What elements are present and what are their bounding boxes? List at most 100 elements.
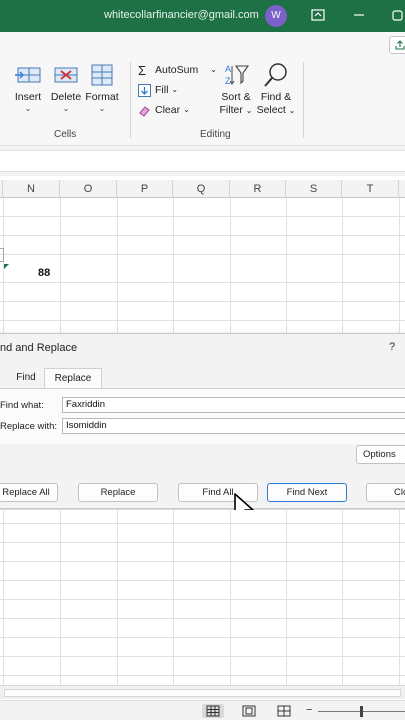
grid-line bbox=[230, 510, 231, 685]
grid-line bbox=[0, 561, 405, 562]
grid-line bbox=[0, 675, 405, 676]
normal-view-icon bbox=[206, 705, 220, 717]
replace-panel: Find what: Faxriddin Replace with: Isomi… bbox=[0, 388, 405, 444]
sort-filter-button[interactable]: A Z Sort & Filter ⌄ bbox=[217, 62, 255, 117]
page-break-view-button[interactable] bbox=[273, 704, 295, 718]
normal-view-button[interactable] bbox=[202, 704, 224, 718]
autosum-label: AutoSum bbox=[155, 64, 199, 76]
sheet-grid-lower[interactable] bbox=[0, 510, 405, 685]
delete-label: Delete bbox=[50, 91, 82, 103]
zoom-out-icon[interactable]: − bbox=[306, 704, 312, 716]
column-header-t[interactable]: T bbox=[342, 180, 399, 198]
grid-line bbox=[0, 580, 405, 581]
chevron-down-icon: ⌄ bbox=[210, 65, 217, 74]
grid-line bbox=[0, 656, 405, 657]
autosum-button[interactable]: Σ AutoSum ⌄ bbox=[138, 62, 217, 78]
chevron-down-icon: ⌄ bbox=[183, 105, 190, 114]
grid-line bbox=[0, 599, 405, 600]
grid-line bbox=[117, 198, 118, 335]
dialog-title: nd and Replace bbox=[0, 342, 78, 354]
column-headers: N O P Q R S T bbox=[0, 180, 405, 198]
grid-line bbox=[0, 282, 405, 283]
formula-bar[interactable] bbox=[0, 150, 405, 172]
grid-line bbox=[342, 198, 343, 335]
grid-line bbox=[117, 510, 118, 685]
page-layout-view-button[interactable] bbox=[238, 704, 260, 718]
chevron-down-icon: ⌄ bbox=[171, 85, 179, 94]
column-header-r[interactable]: R bbox=[230, 180, 286, 198]
scrollbar-track[interactable] bbox=[4, 689, 401, 697]
grid-line bbox=[0, 618, 405, 619]
chevron-down-icon: ⌄ bbox=[98, 104, 106, 113]
zoom-slider-thumb[interactable] bbox=[360, 706, 363, 717]
replace-all-button[interactable]: Replace All bbox=[0, 483, 58, 502]
sort-filter-icon: A Z bbox=[222, 62, 250, 88]
error-indicator-icon[interactable] bbox=[4, 264, 9, 269]
horizontal-scrollbar[interactable] bbox=[0, 685, 405, 699]
sort-filter-label-1: Sort & bbox=[221, 91, 251, 103]
minimize-icon[interactable] bbox=[352, 8, 366, 22]
restore-icon[interactable] bbox=[391, 8, 405, 22]
grid-line bbox=[60, 198, 61, 335]
delete-button[interactable]: Delete ⌄ bbox=[47, 62, 85, 114]
editing-group-label: Editing bbox=[200, 129, 231, 140]
user-avatar[interactable]: W bbox=[265, 5, 287, 27]
grid-line bbox=[399, 510, 400, 685]
find-what-label: Find what: bbox=[0, 400, 44, 411]
tab-replace[interactable]: Replace bbox=[44, 368, 102, 388]
format-button[interactable]: Format ⌄ bbox=[84, 62, 120, 114]
sheet-grid[interactable]: 88 bbox=[0, 198, 405, 335]
grid-line bbox=[0, 542, 405, 543]
selected-cell-edge bbox=[0, 248, 4, 262]
grid-line bbox=[399, 198, 400, 335]
status-bar: − bbox=[0, 700, 405, 720]
grid-line bbox=[0, 216, 405, 217]
tab-find[interactable]: Find bbox=[8, 368, 44, 388]
grid-line bbox=[60, 510, 61, 685]
clear-button[interactable]: Clear ⌄ bbox=[138, 102, 190, 118]
replace-button[interactable]: Replace bbox=[78, 483, 158, 502]
share-button[interactable] bbox=[389, 36, 405, 54]
grid-line bbox=[0, 637, 405, 638]
close-button[interactable]: Close bbox=[366, 483, 405, 502]
column-header-s[interactable]: S bbox=[286, 180, 342, 198]
find-what-input[interactable]: Faxriddin bbox=[62, 397, 405, 413]
find-replace-dialog: nd and Replace ? Find Replace Find what:… bbox=[0, 333, 405, 509]
replace-with-label: Replace with: bbox=[0, 421, 58, 432]
title-bar: whitecollarfinancier@gmail.com W bbox=[0, 0, 405, 32]
grid-line bbox=[286, 510, 287, 685]
grid-line bbox=[0, 235, 405, 236]
ribbon: Insert ⌄ Delete ⌄ Format ⌄ Cells Σ AutoS… bbox=[0, 32, 405, 146]
grid-line bbox=[342, 510, 343, 685]
chevron-down-icon: ⌄ bbox=[24, 104, 32, 113]
grid-line bbox=[0, 301, 405, 302]
account-email[interactable]: whitecollarfinancier@gmail.com bbox=[104, 9, 259, 21]
share-icon bbox=[395, 40, 405, 50]
help-button[interactable]: ? bbox=[389, 341, 395, 353]
cell-n-value[interactable]: 88 bbox=[38, 267, 50, 279]
column-header-n[interactable]: N bbox=[3, 180, 60, 198]
format-label: Format bbox=[85, 91, 119, 103]
fill-down-icon bbox=[138, 83, 151, 97]
find-select-button[interactable]: Find & Select ⌄ bbox=[256, 62, 296, 117]
find-select-label-2: Select bbox=[256, 104, 286, 116]
chevron-down-icon: ⌄ bbox=[245, 106, 253, 115]
replace-with-input[interactable]: Isomiddin bbox=[62, 418, 405, 434]
ribbon-divider bbox=[303, 62, 304, 138]
fill-button[interactable]: Fill ⌄ bbox=[138, 82, 178, 98]
ribbon-divider bbox=[130, 62, 131, 138]
options-button[interactable]: Options bbox=[356, 445, 405, 464]
grid-line bbox=[3, 510, 4, 685]
sigma-icon: Σ bbox=[138, 62, 147, 78]
column-header-o[interactable]: O bbox=[60, 180, 117, 198]
ribbon-display-icon[interactable] bbox=[311, 8, 325, 22]
cells-group-label: Cells bbox=[54, 129, 77, 140]
insert-button[interactable]: Insert ⌄ bbox=[10, 62, 46, 114]
column-header-q[interactable]: Q bbox=[173, 180, 230, 198]
column-header-p[interactable]: P bbox=[117, 180, 173, 198]
find-next-button[interactable]: Find Next bbox=[267, 483, 347, 502]
grid-line bbox=[230, 198, 231, 335]
page-layout-icon bbox=[242, 705, 256, 717]
find-select-label-1: Find & bbox=[260, 91, 292, 103]
grid-line bbox=[173, 510, 174, 685]
